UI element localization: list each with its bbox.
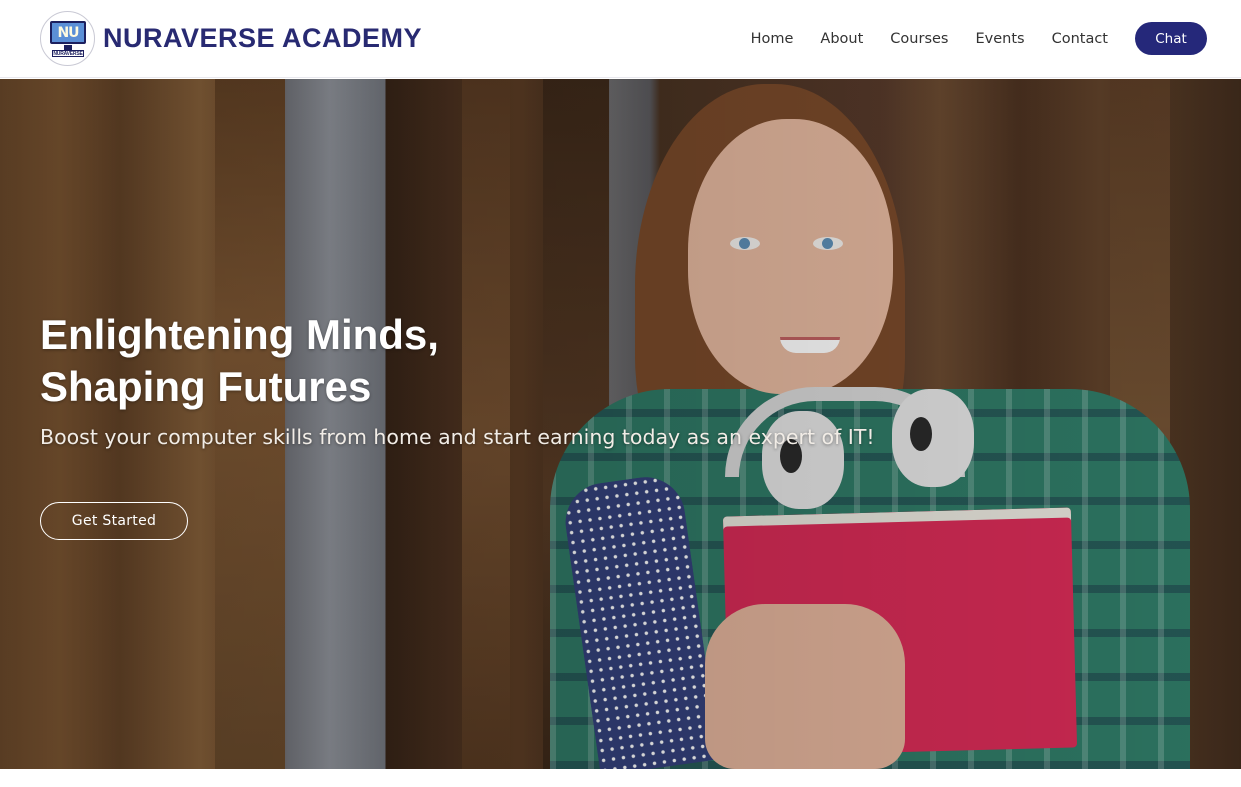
nav-courses-link[interactable]: Courses	[890, 31, 948, 47]
nav-events-link[interactable]: Events	[975, 31, 1024, 47]
hero-title: Enlightening Minds, Shaping Futures	[40, 309, 940, 413]
academy-logo[interactable]: NU NURAVERSE	[40, 11, 95, 66]
nav-home-link[interactable]: Home	[751, 31, 794, 47]
brand-name[interactable]: NURAVERSE ACADEMY	[103, 23, 422, 54]
nav-about-link[interactable]: About	[820, 31, 863, 47]
logo-caption: NURAVERSE	[53, 51, 83, 57]
hero-title-line-1: Enlightening Minds,	[40, 311, 439, 358]
hero-subtitle: Boost your computer skills from home and…	[40, 425, 875, 449]
get-started-button[interactable]: Get Started	[40, 502, 188, 540]
hero-section: Enlightening Minds, Shaping Futures Boos…	[0, 79, 1241, 769]
logo-monogram: NU	[57, 24, 79, 41]
nav-contact-link[interactable]: Contact	[1052, 31, 1108, 47]
brand[interactable]: NU NURAVERSE NURAVERSE ACADEMY	[40, 11, 422, 66]
main-nav: Home About Courses Events Contact Chat	[751, 22, 1207, 55]
logo-monitor-icon: NU	[50, 21, 86, 44]
hero-text: Enlightening Minds, Shaping Futures Boos…	[40, 309, 940, 449]
chat-button[interactable]: Chat	[1135, 22, 1207, 55]
hero-title-line-2: Shaping Futures	[40, 363, 372, 410]
site-header: NU NURAVERSE NURAVERSE ACADEMY Home Abou…	[0, 0, 1241, 78]
